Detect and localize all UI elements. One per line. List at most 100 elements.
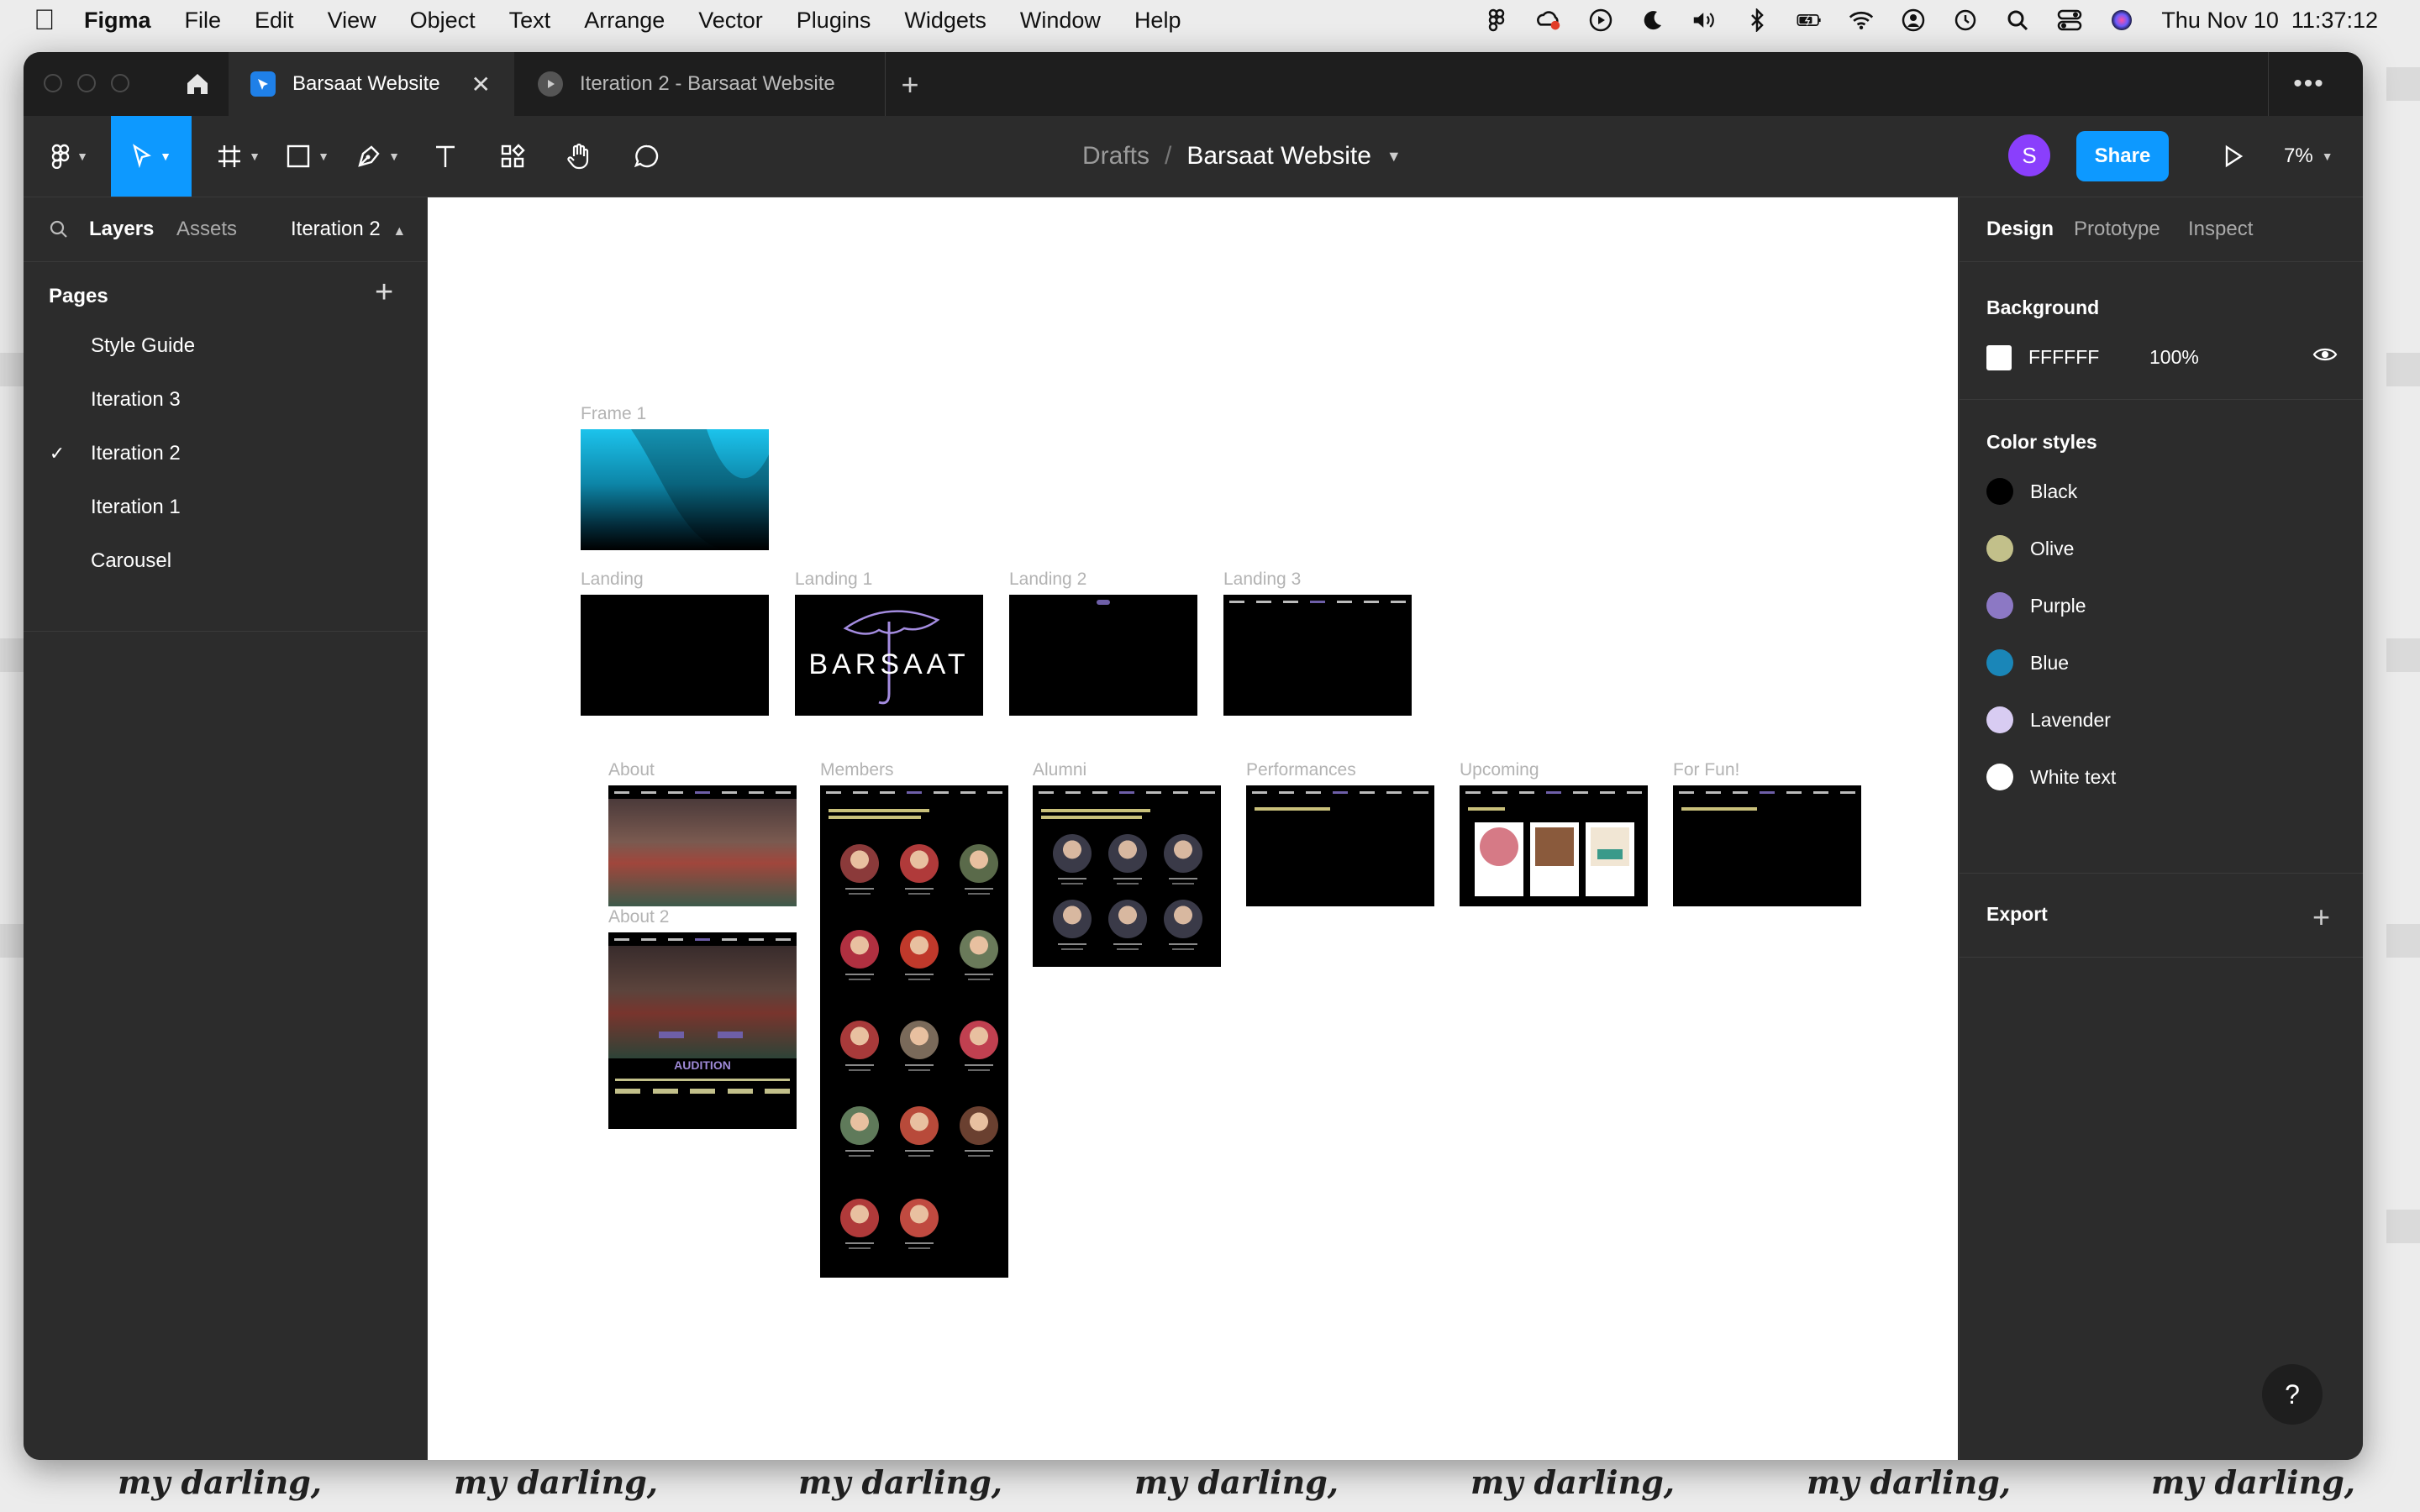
background-hex-input[interactable]: FFFFFF [2028, 346, 2099, 369]
menubar-clock[interactable]: Thu Nov 10 11:37:12 [2161, 8, 2378, 34]
pen-tool[interactable]: ▼ [346, 116, 410, 197]
page-item-iteration-2[interactable]: ✓ Iteration 2 [24, 427, 427, 480]
frame-performances[interactable] [1246, 785, 1434, 906]
wifi-icon[interactable] [1849, 8, 1874, 33]
home-button[interactable] [166, 52, 229, 116]
menu-file[interactable]: File [185, 8, 222, 34]
page-item-style-guide[interactable]: Style Guide [24, 319, 427, 373]
battery-icon[interactable] [1797, 8, 1822, 33]
page-item-iteration-1[interactable]: Iteration 1 [24, 480, 427, 534]
present-button[interactable] [2215, 138, 2252, 175]
app-menu[interactable]: Figma [84, 8, 151, 34]
tab-prototype[interactable]: Prototype [2074, 218, 2160, 241]
close-window-button[interactable] [44, 74, 62, 92]
frame-label-landing-2[interactable]: Landing 2 [1009, 570, 1086, 590]
move-tool[interactable]: ▼ [111, 116, 192, 197]
frame-label-landing[interactable]: Landing [581, 570, 644, 590]
page-item-carousel[interactable]: Carousel [24, 534, 427, 588]
frame-tool[interactable]: ▼ [208, 116, 269, 197]
frame-label-performances[interactable]: Performances [1246, 760, 1356, 780]
help-button[interactable]: ? [2262, 1364, 2323, 1425]
tab-inspect[interactable]: Inspect [2188, 218, 2253, 241]
eye-icon[interactable] [2312, 345, 2338, 368]
zoom-dropdown[interactable]: 7% ▼ [2284, 116, 2333, 197]
hand-tool[interactable] [555, 116, 605, 197]
chevron-down-icon[interactable]: ▼ [1386, 148, 1402, 165]
menu-vector[interactable]: Vector [698, 8, 763, 34]
frame-1[interactable] [581, 429, 769, 550]
menu-arrange[interactable]: Arrange [584, 8, 665, 34]
shape-tool[interactable]: ▼ [276, 116, 339, 197]
add-export-icon[interactable]: + [2312, 900, 2330, 935]
new-tab-button[interactable]: + [889, 67, 931, 102]
close-tab-icon[interactable]: ✕ [471, 71, 491, 98]
frame-label-upcoming[interactable]: Upcoming [1460, 760, 1539, 780]
frame-landing-1[interactable]: BARSAAT [795, 595, 983, 716]
frame-label-landing-3[interactable]: Landing 3 [1223, 570, 1301, 590]
figma-status-icon[interactable] [1484, 8, 1509, 33]
frame-upcoming[interactable] [1460, 785, 1648, 906]
frame-label-about[interactable]: About [608, 760, 655, 780]
search-icon[interactable] [49, 219, 69, 244]
avatar[interactable]: S [2008, 134, 2050, 176]
user-account-icon[interactable] [1901, 8, 1926, 33]
minimize-window-button[interactable] [77, 74, 96, 92]
background-opacity-input[interactable]: 100% [2149, 346, 2199, 369]
frame-about[interactable] [608, 785, 797, 906]
frame-label-frame-1[interactable]: Frame 1 [581, 404, 646, 424]
volume-icon[interactable] [1692, 8, 1718, 33]
more-options-icon[interactable]: ••• [2268, 52, 2349, 116]
frame-about-2[interactable]: AUDITION [608, 932, 797, 1129]
time-machine-icon[interactable] [1953, 8, 1978, 33]
frame-label-landing-1[interactable]: Landing 1 [795, 570, 872, 590]
page-item-iteration-3[interactable]: Iteration 3 [24, 373, 427, 427]
menu-widgets[interactable]: Widgets [904, 8, 986, 34]
frame-label-for-fun[interactable]: For Fun! [1673, 760, 1739, 780]
frame-label-members[interactable]: Members [820, 760, 894, 780]
menu-help[interactable]: Help [1134, 8, 1181, 34]
color-style-item[interactable]: Black [1986, 475, 2077, 508]
add-page-icon[interactable]: + [375, 275, 393, 311]
menu-window[interactable]: Window [1020, 8, 1101, 34]
tab-design[interactable]: Design [1986, 218, 2054, 241]
frame-landing-2[interactable] [1009, 595, 1197, 716]
play-circle-icon[interactable] [1588, 8, 1613, 33]
design-canvas[interactable]: Frame 1 Landing Landing 1 BARSAAT Landin… [428, 197, 1958, 1460]
siri-icon[interactable] [2109, 8, 2134, 33]
menu-text[interactable]: Text [509, 8, 551, 34]
menu-object[interactable]: Object [410, 8, 476, 34]
frame-members[interactable] [820, 785, 1008, 1278]
background-color-swatch[interactable] [1986, 345, 2012, 370]
main-menu-button[interactable]: ▼ [40, 116, 99, 197]
frame-label-alumni[interactable]: Alumni [1033, 760, 1086, 780]
breadcrumb-drafts[interactable]: Drafts [1082, 142, 1150, 171]
apple-icon[interactable]:  [34, 4, 84, 37]
resources-tool[interactable] [487, 116, 538, 197]
color-style-item[interactable]: White text [1986, 760, 2116, 794]
zoom-window-button[interactable] [111, 74, 129, 92]
share-button[interactable]: Share [2076, 131, 2169, 181]
spotlight-search-icon[interactable] [2005, 8, 2030, 33]
control-center-icon[interactable] [2057, 8, 2082, 33]
frame-label-about-2[interactable]: About 2 [608, 907, 669, 927]
tab-iteration-2[interactable]: Iteration 2 - Barsaat Website [516, 52, 886, 116]
file-name[interactable]: Barsaat Website [1186, 142, 1371, 171]
tab-assets[interactable]: Assets [176, 218, 237, 241]
tab-barsaat-website[interactable]: Barsaat Website ✕ [229, 52, 514, 116]
comment-tool[interactable] [622, 116, 672, 197]
menu-plugins[interactable]: Plugins [797, 8, 871, 34]
color-style-item[interactable]: Purple [1986, 589, 2086, 622]
color-style-item[interactable]: Blue [1986, 646, 2069, 680]
frame-landing-3[interactable] [1223, 595, 1412, 716]
frame-alumni[interactable] [1033, 785, 1221, 967]
color-style-item[interactable]: Olive [1986, 532, 2074, 565]
current-page-dropdown[interactable]: Iteration 2 ▲ [291, 218, 406, 241]
creative-cloud-icon[interactable] [1536, 8, 1561, 33]
text-tool[interactable] [420, 116, 471, 197]
frame-for-fun[interactable] [1673, 785, 1861, 906]
tab-layers[interactable]: Layers [89, 218, 154, 241]
bluetooth-icon[interactable] [1744, 8, 1770, 33]
frame-landing[interactable] [581, 595, 769, 716]
moon-icon[interactable] [1640, 8, 1665, 33]
color-style-item[interactable]: Lavender [1986, 703, 2111, 737]
